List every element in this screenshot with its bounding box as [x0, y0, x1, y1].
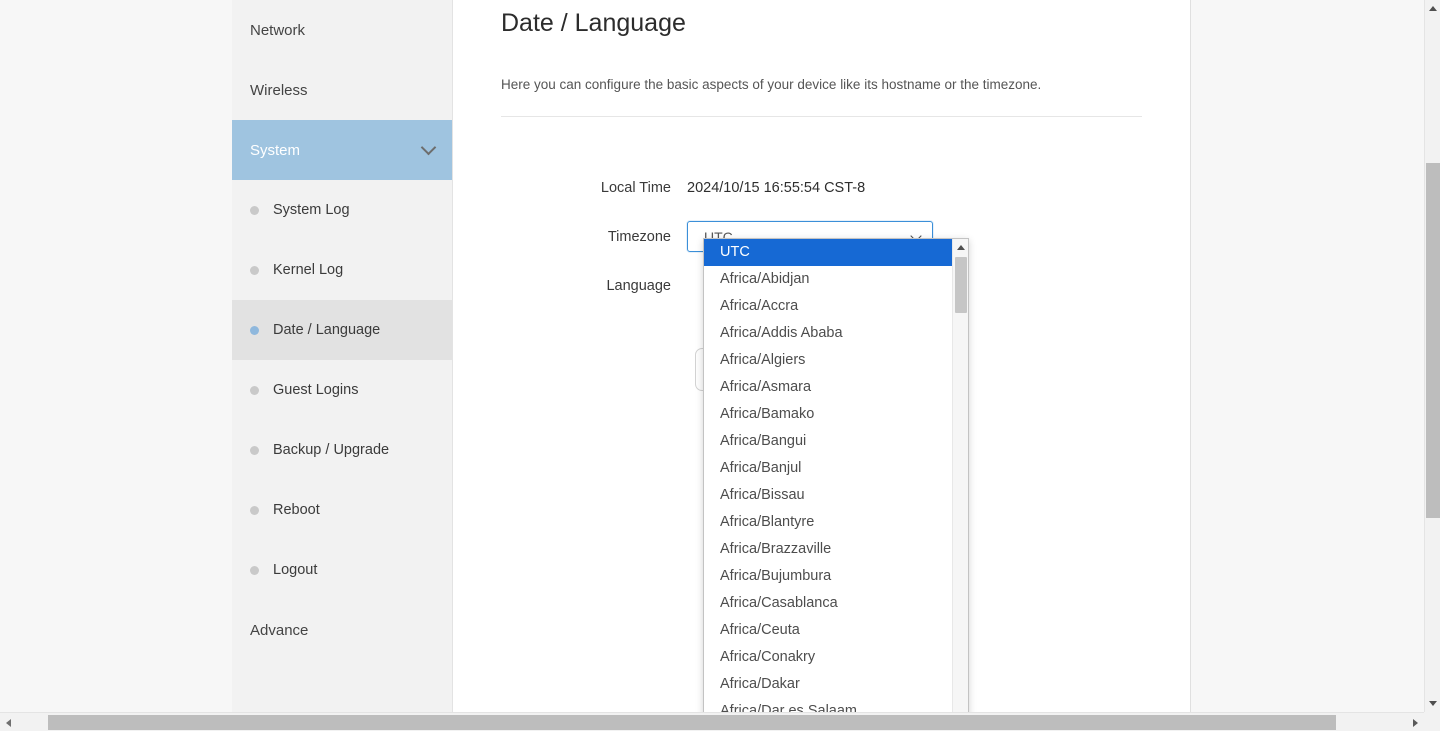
- sidebar-item-label: Advance: [250, 621, 309, 639]
- local-time-label: Local Time: [600, 179, 671, 196]
- dropdown-option[interactable]: Africa/Accra: [704, 293, 953, 320]
- vertical-scrollbar-thumb[interactable]: [1426, 163, 1440, 518]
- form-row-local-time: Local Time 2024/10/15 16:55:54 CST-8: [453, 163, 1190, 212]
- sidebar-item-logout[interactable]: Logout: [232, 540, 452, 600]
- triangle-left-icon: [6, 718, 11, 727]
- dropdown-option[interactable]: Africa/Dar es Salaam: [704, 698, 953, 712]
- dropdown-scrollbar-thumb[interactable]: [955, 257, 967, 313]
- sidebar-nav: Network Wireless System System Log Kerne…: [232, 0, 453, 712]
- browser-horizontal-scrollbar[interactable]: [0, 712, 1440, 731]
- dropdown-option[interactable]: Africa/Bamako: [704, 401, 953, 428]
- language-label: Language: [606, 277, 671, 294]
- sidebar-item-list: Network Wireless System System Log Kerne…: [232, 0, 452, 660]
- dropdown-option[interactable]: Africa/Casablanca: [704, 590, 953, 617]
- scroll-up-button[interactable]: [1425, 0, 1440, 17]
- sidebar-item-backup-upgrade[interactable]: Backup / Upgrade: [232, 420, 452, 480]
- sidebar-item-label: Guest Logins: [273, 382, 359, 398]
- sidebar-item-system-log[interactable]: System Log: [232, 180, 452, 240]
- app-window: Network Wireless System System Log Kerne…: [0, 0, 1440, 731]
- bullet-icon: [250, 325, 259, 335]
- sidebar-item-label: Logout: [273, 562, 318, 578]
- scroll-right-button[interactable]: [1407, 714, 1424, 731]
- sidebar-item-advance[interactable]: Advance: [232, 600, 452, 660]
- scroll-down-button[interactable]: [1425, 695, 1440, 712]
- page-title: Date / Language: [501, 9, 686, 37]
- sidebar-item-label: Backup / Upgrade: [273, 442, 390, 458]
- bullet-icon: [250, 565, 259, 575]
- sidebar-item-label: Reboot: [273, 502, 320, 518]
- horizontal-scrollbar-thumb[interactable]: [48, 715, 1336, 730]
- dropdown-option[interactable]: Africa/Abidjan: [704, 266, 953, 293]
- sidebar-item-label: System Log: [273, 202, 350, 218]
- triangle-up-icon: [957, 244, 965, 250]
- dropdown-option[interactable]: Africa/Asmara: [704, 374, 953, 401]
- browser-vertical-scrollbar[interactable]: [1424, 0, 1440, 712]
- sidebar-item-label: Kernel Log: [273, 262, 344, 278]
- sidebar-item-wireless[interactable]: Wireless: [232, 60, 452, 120]
- bullet-icon: [250, 205, 259, 215]
- triangle-right-icon: [1413, 718, 1418, 727]
- bullet-icon: [250, 505, 259, 515]
- sidebar-item-guest-logins[interactable]: Guest Logins: [232, 360, 452, 420]
- sidebar-item-label: System: [250, 141, 301, 159]
- dropdown-option[interactable]: UTC: [704, 239, 953, 266]
- bullet-icon: [250, 445, 259, 455]
- dropdown-option[interactable]: Africa/Addis Ababa: [704, 320, 953, 347]
- dropdown-option[interactable]: Africa/Brazzaville: [704, 536, 953, 563]
- timezone-label: Timezone: [607, 228, 671, 245]
- content-header: Date / Language Here you can configure t…: [453, 0, 1190, 117]
- sidebar-item-date-language[interactable]: Date / Language: [232, 300, 452, 360]
- timezone-option-list: UTC Africa/Abidjan Africa/Accra Africa/Addi…: [704, 239, 953, 712]
- triangle-down-icon: [1429, 701, 1437, 706]
- sidebar-item-label: Wireless: [250, 81, 308, 99]
- sidebar-item-system[interactable]: System: [232, 120, 452, 180]
- page-description: Here you can configure the basic aspects…: [501, 77, 1042, 92]
- sidebar-item-network[interactable]: Network: [232, 0, 452, 60]
- timezone-dropdown-popup[interactable]: UTC Africa/Abidjan Africa/Accra Africa/Addi…: [703, 238, 969, 712]
- sidebar-item-label: Date / Language: [273, 322, 381, 338]
- triangle-up-icon: [1429, 6, 1437, 11]
- dropdown-option[interactable]: Africa/Bangui: [704, 428, 953, 455]
- bullet-icon: [250, 385, 259, 395]
- dropdown-option[interactable]: Africa/Dakar: [704, 671, 953, 698]
- scrollbar-corner: [1424, 712, 1440, 731]
- page-canvas: Network Wireless System System Log Kerne…: [0, 0, 1424, 712]
- dropdown-scrollbar[interactable]: [952, 239, 968, 712]
- dropdown-scroll-up-button[interactable]: [953, 239, 968, 255]
- dropdown-option[interactable]: Africa/Conakry: [704, 644, 953, 671]
- dropdown-option[interactable]: Africa/Banjul: [704, 455, 953, 482]
- sidebar-item-reboot[interactable]: Reboot: [232, 480, 452, 540]
- sidebar-item-label: Network: [250, 21, 306, 39]
- dropdown-option[interactable]: Africa/Algiers: [704, 347, 953, 374]
- sidebar-item-kernel-log[interactable]: Kernel Log: [232, 240, 452, 300]
- dropdown-option[interactable]: Africa/Blantyre: [704, 509, 953, 536]
- dropdown-option[interactable]: Africa/Bissau: [704, 482, 953, 509]
- bullet-icon: [250, 265, 259, 275]
- dropdown-option[interactable]: Africa/Bujumbura: [704, 563, 953, 590]
- scroll-left-button[interactable]: [0, 714, 17, 731]
- dropdown-option[interactable]: Africa/Ceuta: [704, 617, 953, 644]
- local-time-value: 2024/10/15 16:55:54 CST-8: [687, 179, 866, 196]
- chevron-down-icon: [420, 139, 437, 156]
